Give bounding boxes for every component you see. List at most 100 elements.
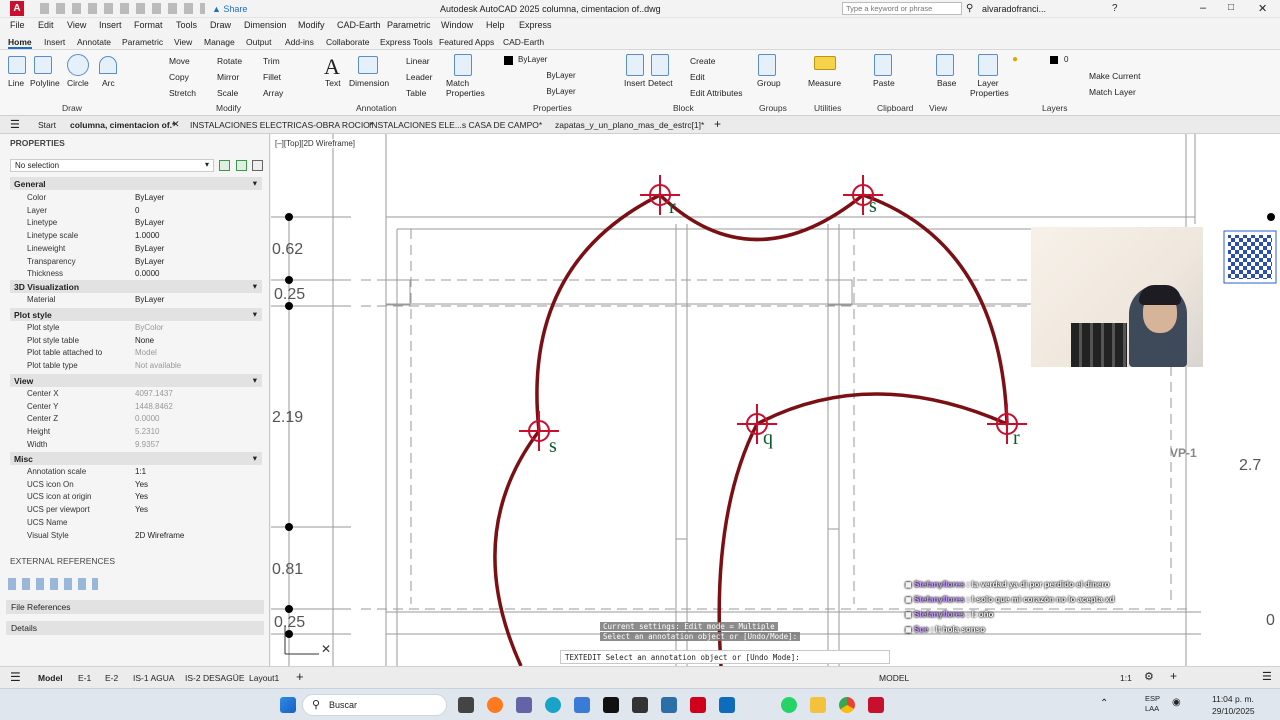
xref-toolbar[interactable]: [8, 578, 98, 590]
menu-cad-earth[interactable]: CAD-Earth: [337, 20, 381, 30]
property-row[interactable]: UCS icon at origin Yes: [0, 491, 262, 504]
rotate-button[interactable]: Rotate: [217, 56, 242, 66]
clipboard-group-label[interactable]: Clipboard: [877, 103, 913, 113]
arc-button[interactable]: Arc: [102, 78, 115, 88]
paste-icon[interactable]: [874, 54, 892, 76]
property-row[interactable]: Center X 4097.1437: [0, 388, 262, 401]
groups-group-label[interactable]: Groups: [759, 103, 787, 113]
property-value[interactable]: 0.0000: [135, 269, 159, 278]
copy-button[interactable]: Copy: [169, 72, 189, 82]
menu-express[interactable]: Express: [519, 20, 552, 30]
circle-button[interactable]: Circle: [67, 78, 89, 88]
menu-parametric[interactable]: Parametric: [387, 20, 431, 30]
layout-tab-layout1[interactable]: Layout1: [249, 673, 279, 683]
property-value[interactable]: 0: [135, 206, 139, 215]
help-icon[interactable]: ?: [1112, 3, 1118, 14]
tab-express-tools[interactable]: Express Tools: [380, 37, 433, 47]
section-general[interactable]: General ▾: [10, 177, 262, 190]
edge-icon[interactable]: [545, 697, 561, 713]
property-row[interactable]: UCS per viewport Yes: [0, 504, 262, 517]
section-view[interactable]: View ▾: [10, 374, 262, 387]
property-value[interactable]: Yes: [135, 492, 148, 501]
property-row[interactable]: Visual Style 2D Wireframe: [0, 530, 262, 543]
block-group-label[interactable]: Block: [673, 103, 694, 113]
edit-block-button[interactable]: Edit: [690, 72, 705, 82]
draw-group-label[interactable]: Draw: [62, 103, 82, 113]
add-icon[interactable]: +: [1170, 669, 1177, 683]
chrome-icon[interactable]: [839, 697, 855, 713]
menu-insert[interactable]: Insert: [99, 20, 122, 30]
menu-view[interactable]: View: [67, 20, 86, 30]
tab-insert[interactable]: Insert: [44, 37, 65, 47]
property-row[interactable]: Plot table attached to Model: [0, 347, 262, 360]
menu-dimension[interactable]: Dimension: [244, 20, 287, 30]
help-search-input[interactable]: [842, 2, 962, 15]
match-properties-icon[interactable]: [454, 54, 472, 76]
tab-home[interactable]: Home: [8, 37, 32, 49]
line-button[interactable]: Line: [8, 78, 24, 88]
property-value[interactable]: Yes: [135, 505, 148, 514]
tab-start[interactable]: Start: [38, 120, 56, 130]
properties-group-label[interactable]: Properties: [533, 103, 572, 113]
property-value[interactable]: 1.0000: [135, 231, 159, 240]
section-3d-visualization[interactable]: 3D Visualization ▾: [10, 280, 262, 293]
netflix-icon[interactable]: [690, 697, 706, 713]
property-value[interactable]: ByLayer: [135, 295, 164, 304]
section-misc[interactable]: Misc ▾: [10, 452, 262, 465]
search-icon[interactable]: ⚲: [966, 3, 973, 14]
property-row[interactable]: Material ByLayer: [0, 294, 262, 307]
task-view-icon[interactable]: [458, 697, 474, 713]
scale-button[interactable]: Scale: [217, 88, 238, 98]
autocad-logo[interactable]: A: [10, 1, 24, 16]
paste-button[interactable]: Paste: [873, 78, 895, 88]
property-row[interactable]: Center Z 0.0000: [0, 413, 262, 426]
tab-view[interactable]: View: [174, 37, 192, 47]
viewport-controls-label[interactable]: [–][Top][2D Wireframe]: [275, 139, 356, 148]
leader-button[interactable]: Leader: [406, 72, 432, 82]
property-row[interactable]: Width 9.9357: [0, 439, 262, 452]
match-layer-button[interactable]: Match Layer: [1089, 87, 1136, 97]
insert-block-button[interactable]: Insert: [624, 78, 645, 88]
text-icon[interactable]: A: [324, 54, 340, 80]
measure-button[interactable]: Measure: [808, 78, 841, 88]
array-button[interactable]: Array: [263, 88, 283, 98]
create-block-button[interactable]: Create: [690, 56, 716, 66]
dimension-button[interactable]: Dimension: [349, 78, 389, 88]
property-value[interactable]: Model: [135, 348, 157, 357]
firefox-icon[interactable]: [487, 697, 503, 713]
tab-annotate[interactable]: Annotate: [77, 37, 111, 47]
tab-manage[interactable]: Manage: [204, 37, 235, 47]
tab-instalaciones-rocio[interactable]: INSTALACIONES ELECTRICAS-OBRA ROCIO*: [190, 120, 373, 130]
trim-button[interactable]: Trim: [263, 56, 280, 66]
close-button[interactable]: ✕: [1258, 2, 1267, 15]
make-current-button[interactable]: Make Current: [1089, 71, 1141, 81]
whatsapp-icon[interactable]: [781, 697, 797, 713]
details-bar[interactable]: Details: [6, 621, 264, 635]
menu-tools[interactable]: Tools: [176, 20, 197, 30]
property-value[interactable]: ByColor: [135, 323, 163, 332]
line-icon[interactable]: [8, 56, 26, 74]
section-plot-style[interactable]: Plot style ▾: [10, 308, 262, 321]
property-value[interactable]: None: [135, 336, 154, 345]
maximize-button[interactable]: □: [1228, 2, 1234, 13]
group-button[interactable]: Group: [757, 78, 781, 88]
fillet-button[interactable]: Fillet: [263, 72, 281, 82]
current-layer-combo[interactable]: 0: [1060, 54, 1145, 67]
pickadd-icon[interactable]: [252, 160, 263, 171]
property-row[interactable]: Linetype scale 1.0000: [0, 230, 262, 243]
autocad-taskbar-icon[interactable]: [868, 697, 884, 713]
user-name[interactable]: alvaradofranci...: [982, 4, 1046, 14]
add-layout-button[interactable]: +: [296, 669, 304, 684]
property-row[interactable]: Plot style table None: [0, 335, 262, 348]
linetype-combo[interactable]: ByLayer: [504, 70, 618, 83]
file-references-bar[interactable]: File References: [6, 600, 264, 614]
property-row[interactable]: UCS Name: [0, 517, 262, 530]
property-value[interactable]: 1:1: [135, 467, 146, 476]
layout-tab-is1[interactable]: IS-1 AGUA: [133, 673, 175, 683]
property-value[interactable]: 5.2310: [135, 427, 159, 436]
lightbulb-icon[interactable]: ●: [1012, 54, 1018, 65]
close-tab-icon[interactable]: ✕: [172, 119, 180, 130]
circle-icon[interactable]: [67, 54, 89, 76]
property-value[interactable]: ByLayer: [135, 193, 164, 202]
select-objects-icon[interactable]: [236, 160, 247, 171]
